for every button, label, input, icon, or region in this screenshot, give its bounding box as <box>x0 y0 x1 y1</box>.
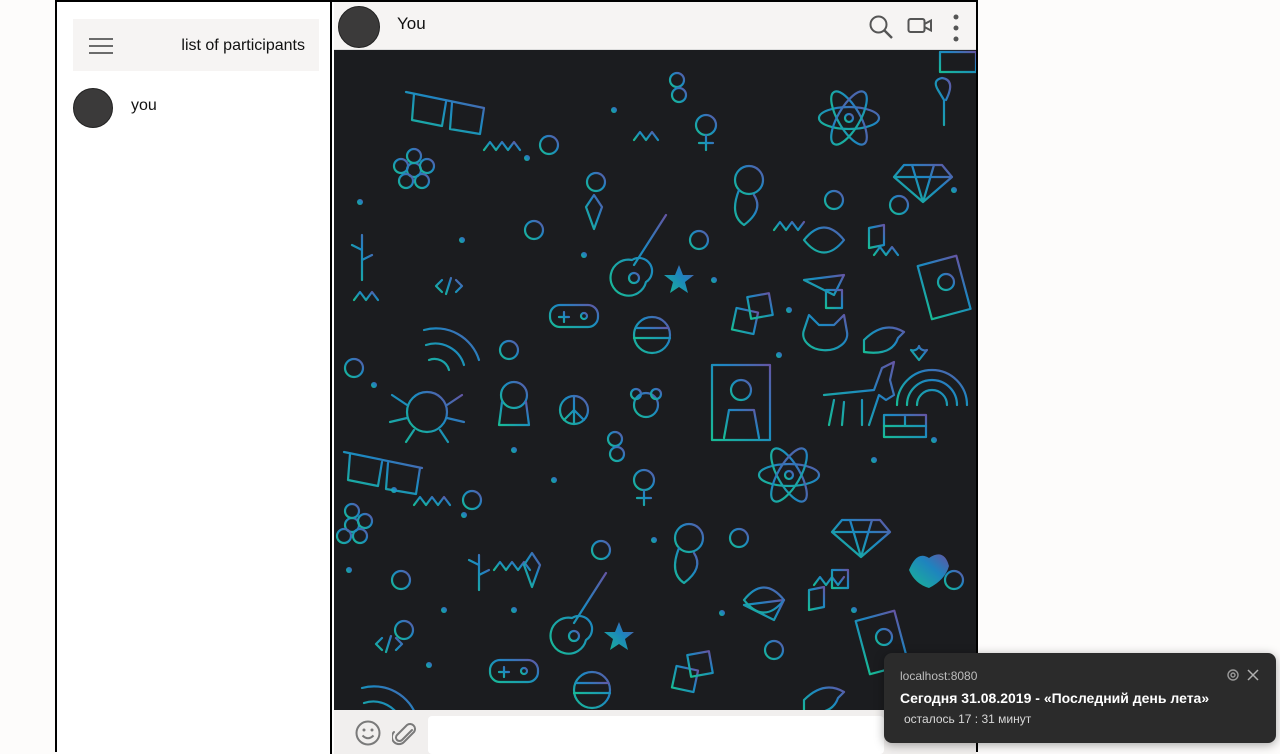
close-icon[interactable] <box>1246 668 1260 682</box>
hamburger-menu-icon[interactable] <box>89 38 113 56</box>
participant-item[interactable]: you <box>73 86 313 130</box>
notification-title: Сегодня 31.08.2019 - «Последний день лет… <box>900 690 1210 706</box>
chat-app: list of participants you You <box>55 0 978 754</box>
browser-notification[interactable]: localhost:8080 Сегодня 31.08.2019 - «Пос… <box>884 653 1276 743</box>
chat-panel: You <box>334 2 976 754</box>
emoji-icon[interactable] <box>354 719 382 747</box>
chat-title: You <box>397 14 426 33</box>
avatar[interactable] <box>338 6 380 48</box>
message-composer <box>334 710 976 754</box>
video-camera-icon[interactable] <box>907 16 933 36</box>
participants-sidebar: list of participants you <box>57 2 332 754</box>
chat-header: You <box>334 2 976 50</box>
message-input[interactable] <box>428 716 884 754</box>
search-icon[interactable] <box>868 14 894 40</box>
paperclip-icon[interactable] <box>392 720 416 746</box>
notification-origin: localhost:8080 <box>900 669 978 683</box>
participant-name: you <box>131 97 157 114</box>
doodle-pattern <box>335 50 976 710</box>
chat-background <box>334 50 976 710</box>
sidebar-title: list of participants <box>181 37 305 54</box>
sidebar-header: list of participants <box>73 19 319 71</box>
avatar <box>73 88 113 128</box>
more-vertical-icon[interactable] <box>952 13 960 43</box>
notification-body: осталось 17 : 31 минут <box>904 712 1032 726</box>
gear-icon[interactable] <box>1226 668 1240 682</box>
